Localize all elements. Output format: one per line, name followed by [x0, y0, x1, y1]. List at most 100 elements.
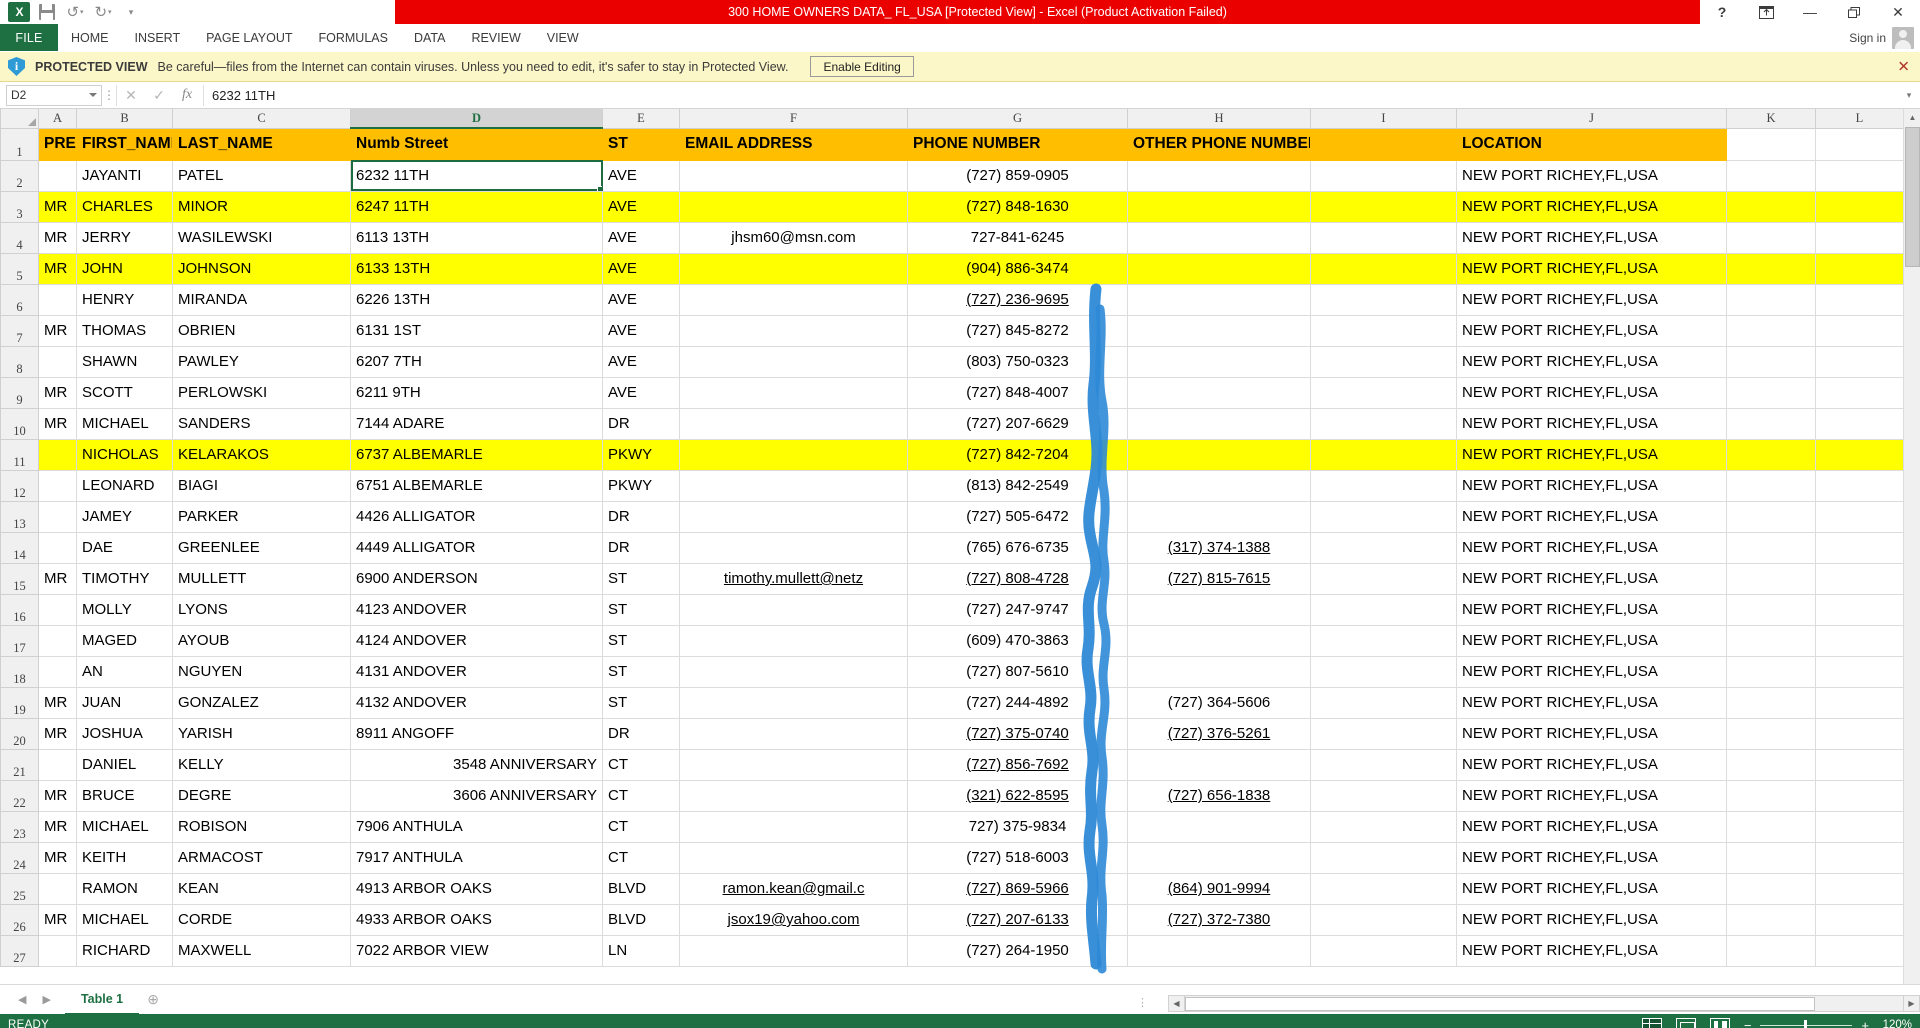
cell-l[interactable]: [1815, 903, 1904, 936]
cell-l[interactable]: [1815, 500, 1904, 533]
table-row[interactable]: 6 HENRY MIRANDA 6226 13TH AVE (727) 236-9695 N…: [0, 283, 1904, 316]
tab-file[interactable]: FILE: [0, 24, 58, 51]
cell-last-name[interactable]: DEGRE: [172, 779, 351, 812]
cell-pre[interactable]: MR: [38, 841, 77, 874]
add-sheet-icon[interactable]: ⊕: [139, 985, 167, 1015]
cell-i[interactable]: [1310, 624, 1457, 657]
cell-st[interactable]: BLVD: [602, 872, 680, 905]
cell-first-name[interactable]: RAMON: [76, 872, 173, 905]
cell-email[interactable]: [679, 717, 908, 750]
cell-pre[interactable]: [38, 159, 77, 192]
cell-first-name[interactable]: JUAN: [76, 686, 173, 719]
table-row[interactable]: 25 RAMON KEAN 4913 ARBOR OAKS BLVD ramon.kean…: [0, 872, 1904, 905]
cell-phone[interactable]: (727) 518-6003: [907, 841, 1128, 874]
column-header-I[interactable]: I: [1310, 109, 1457, 129]
cell-last-name[interactable]: OBRIEN: [172, 314, 351, 347]
table-row[interactable]: 10 MR MICHAEL SANDERS 7144 ADARE DR (727) 207-…: [0, 407, 1904, 440]
table-row[interactable]: 20 MR JOSHUA YARISH 8911 ANGOFF DR (727) 375-0…: [0, 717, 1904, 750]
row-header-15[interactable]: 15: [0, 562, 39, 595]
row-header-7[interactable]: 7: [0, 314, 39, 347]
cell-street[interactable]: 3548 ANNIVERSARY: [350, 748, 603, 781]
row-header-8[interactable]: 8: [0, 345, 39, 378]
cell-other-phone[interactable]: [1127, 252, 1311, 285]
cell-street[interactable]: 4913 ARBOR OAKS: [350, 872, 603, 905]
cell-k[interactable]: [1726, 531, 1816, 564]
cell-i[interactable]: [1310, 872, 1457, 905]
cell-location[interactable]: NEW PORT RICHEY,FL,USA: [1456, 841, 1727, 874]
cell-l[interactable]: [1815, 159, 1904, 192]
cell-first-name[interactable]: JERRY: [76, 221, 173, 254]
cell-l[interactable]: [1815, 314, 1904, 347]
cell-phone[interactable]: (904) 886-3474: [907, 252, 1128, 285]
cell-st[interactable]: PKWY: [602, 438, 680, 471]
cell-k[interactable]: [1726, 686, 1816, 719]
cell-pre[interactable]: MR: [38, 717, 77, 750]
cell-location[interactable]: NEW PORT RICHEY,FL,USA: [1456, 438, 1727, 471]
tab-insert[interactable]: INSERT: [122, 24, 194, 51]
cell-first-name[interactable]: RICHARD: [76, 934, 173, 967]
cell-location[interactable]: NEW PORT RICHEY,FL,USA: [1456, 779, 1727, 812]
zoom-slider-thumb[interactable]: [1804, 1019, 1808, 1028]
sign-in-link[interactable]: Sign in: [1849, 31, 1886, 45]
row-header-21[interactable]: 21: [0, 748, 39, 781]
cell-phone[interactable]: (727) 505-6472: [907, 500, 1128, 533]
cell-l[interactable]: [1815, 190, 1904, 223]
cell-first-name[interactable]: JOHN: [76, 252, 173, 285]
customize-qat-icon[interactable]: ▾: [118, 1, 144, 23]
zoom-slider[interactable]: [1760, 1019, 1853, 1028]
cell-location[interactable]: NEW PORT RICHEY,FL,USA: [1456, 872, 1727, 905]
table-row[interactable]: 11 NICHOLAS KELARAKOS 6737 ALBEMARLE PKWY (72…: [0, 438, 1904, 471]
cell-phone[interactable]: (727) 807-5610: [907, 655, 1128, 688]
cell-other-phone[interactable]: [1127, 593, 1311, 626]
cell-street[interactable]: 6131 1ST: [350, 314, 603, 347]
cell-l[interactable]: [1815, 934, 1904, 967]
cell-i[interactable]: [1310, 531, 1457, 564]
cell-email[interactable]: [679, 314, 908, 347]
cell-other-phone[interactable]: [1127, 469, 1311, 502]
cell-last-name[interactable]: MIRANDA: [172, 283, 351, 316]
cell-other-phone[interactable]: [1127, 748, 1311, 781]
sheet-tab-table-1[interactable]: Table 1: [64, 984, 140, 1015]
cell-k[interactable]: [1726, 345, 1816, 378]
cell-first-name[interactable]: DAE: [76, 531, 173, 564]
cell-st[interactable]: AVE: [602, 159, 680, 192]
cell-first-name[interactable]: DANIEL: [76, 748, 173, 781]
cell-street[interactable]: 6133 13TH: [350, 252, 603, 285]
cell-last-name[interactable]: PARKER: [172, 500, 351, 533]
cell-other-phone[interactable]: [1127, 438, 1311, 471]
cell-first-name[interactable]: NICHOLAS: [76, 438, 173, 471]
cell-st[interactable]: ST: [602, 562, 680, 595]
table-row[interactable]: 27 RICHARD MAXWELL 7022 ARBOR VIEW LN (727) 2…: [0, 934, 1904, 967]
row-header-22[interactable]: 22: [0, 779, 39, 812]
sheet-prev-icon[interactable]: ◀: [18, 993, 26, 1006]
cell-street[interactable]: 6211 9TH: [350, 376, 603, 409]
cancel-icon[interactable]: ✕: [117, 85, 145, 106]
cell-email[interactable]: [679, 500, 908, 533]
zoom-in-icon[interactable]: +: [1861, 1018, 1869, 1028]
cell-first-name[interactable]: MICHAEL: [76, 903, 173, 936]
row-header-13[interactable]: 13: [0, 500, 39, 533]
cell-st[interactable]: ST: [602, 686, 680, 719]
cell-first-name[interactable]: CHARLES: [76, 190, 173, 223]
cell-k[interactable]: [1726, 593, 1816, 626]
cell-other-phone[interactable]: (727) 364-5606: [1127, 686, 1311, 719]
cell-street[interactable]: 4933 ARBOR OAKS: [350, 903, 603, 936]
cell-i[interactable]: [1310, 438, 1457, 471]
cell-other-phone[interactable]: [1127, 221, 1311, 254]
cell-st[interactable]: CT: [602, 841, 680, 874]
table-row[interactable]: 13 JAMEY PARKER 4426 ALLIGATOR DR (727) 505-6…: [0, 500, 1904, 533]
cell-location[interactable]: NEW PORT RICHEY,FL,USA: [1456, 469, 1727, 502]
vertical-scroll-thumb[interactable]: [1905, 127, 1920, 267]
spreadsheet-grid[interactable]: A B C D E F G H I J K L 1 PRE FIRST_NAME…: [0, 109, 1920, 984]
cell-pre[interactable]: [38, 531, 77, 564]
cell-email[interactable]: [679, 655, 908, 688]
cell-other-phone[interactable]: (864) 901-9994: [1127, 872, 1311, 905]
cell-st[interactable]: DR: [602, 531, 680, 564]
enable-editing-button[interactable]: Enable Editing: [810, 56, 914, 77]
cell-email[interactable]: [679, 190, 908, 223]
scroll-right-icon[interactable]: ▶: [1903, 995, 1920, 1012]
cell-st[interactable]: CT: [602, 748, 680, 781]
cell-other-phone[interactable]: (727) 815-7615: [1127, 562, 1311, 595]
redo-icon[interactable]: ↻ ▾: [90, 1, 116, 23]
cell-k[interactable]: [1726, 159, 1816, 192]
